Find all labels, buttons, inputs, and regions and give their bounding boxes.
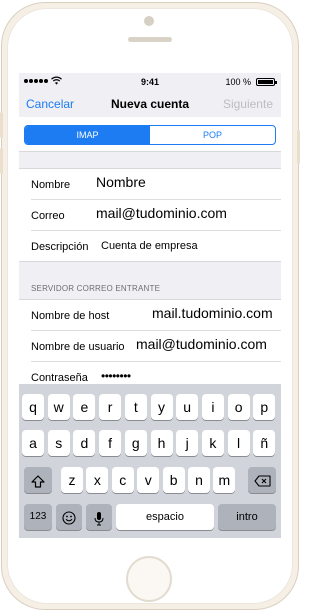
- key-w[interactable]: w: [47, 394, 70, 420]
- name-label: Nombre: [31, 179, 71, 191]
- key-l[interactable]: l: [227, 430, 250, 456]
- key-y[interactable]: y: [150, 394, 173, 420]
- email-field[interactable]: mail@tudominio.com: [96, 205, 227, 221]
- key-r[interactable]: r: [99, 394, 122, 420]
- numbers-key[interactable]: 123: [24, 504, 52, 530]
- email-row[interactable]: Correo mail@tudominio.com: [31, 200, 281, 231]
- key-z[interactable]: z: [61, 467, 83, 493]
- key-ñ[interactable]: ñ: [253, 430, 276, 456]
- microphone-icon: [94, 511, 104, 526]
- key-o[interactable]: o: [227, 394, 250, 420]
- key-f[interactable]: f: [99, 430, 122, 456]
- segment-pop[interactable]: POP: [150, 126, 275, 144]
- screen: 9:41 100 % Cancelar Nueva cuenta Siguien…: [19, 73, 281, 538]
- return-key[interactable]: intro: [218, 504, 276, 530]
- key-c[interactable]: c: [111, 467, 134, 493]
- key-j[interactable]: j: [176, 430, 199, 456]
- key-k[interactable]: k: [201, 430, 224, 456]
- name-field[interactable]: Nombre: [96, 174, 146, 190]
- email-label: Correo: [31, 210, 65, 222]
- key-q[interactable]: q: [22, 394, 44, 420]
- description-field[interactable]: Cuenta de empresa: [101, 240, 198, 252]
- power-button: [297, 130, 300, 164]
- segmented-control: IMAP POP: [24, 125, 276, 145]
- backspace-key[interactable]: [248, 467, 276, 493]
- host-row[interactable]: Nombre de host mail.tudominio.com: [31, 300, 281, 331]
- description-label: Descripción: [31, 241, 89, 253]
- battery-icon: [256, 78, 277, 86]
- space-key[interactable]: espacio: [116, 504, 214, 530]
- battery-percent: 100 %: [225, 77, 251, 87]
- account-form: Nombre Nombre Correo mail@tudominio.com …: [19, 168, 281, 262]
- key-g[interactable]: g: [124, 430, 147, 456]
- host-label: Nombre de host: [31, 310, 110, 322]
- battery-fill: [258, 80, 273, 84]
- key-h[interactable]: h: [150, 430, 173, 456]
- key-b[interactable]: b: [162, 467, 185, 493]
- name-row[interactable]: Nombre Nombre: [31, 169, 281, 200]
- host-field[interactable]: mail.tudominio.com: [152, 305, 273, 321]
- description-row[interactable]: Descripción Cuenta de empresa: [31, 231, 281, 261]
- username-row[interactable]: Nombre de usuario mail@tudominio.com: [31, 331, 281, 362]
- key-p[interactable]: p: [253, 394, 276, 420]
- key-d[interactable]: d: [73, 430, 96, 456]
- earpiece-speaker: [128, 37, 172, 42]
- key-s[interactable]: s: [47, 430, 70, 456]
- status-bar: 9:41 100 %: [19, 73, 281, 91]
- password-field[interactable]: ••••••••: [101, 369, 131, 383]
- key-u[interactable]: u: [176, 394, 199, 420]
- key-e[interactable]: e: [73, 394, 96, 420]
- username-label: Nombre de usuario: [31, 341, 125, 353]
- key-a[interactable]: a: [22, 430, 44, 456]
- key-m[interactable]: m: [213, 467, 236, 493]
- key-i[interactable]: i: [201, 394, 224, 420]
- keyboard: qwertyuiop asdfghjklñ zxcvbnm 123 espaci…: [19, 384, 281, 538]
- key-x[interactable]: x: [86, 467, 109, 493]
- shift-icon: [31, 475, 45, 488]
- segment-imap[interactable]: IMAP: [25, 126, 150, 144]
- home-button[interactable]: [126, 556, 172, 602]
- front-camera: [144, 16, 154, 26]
- volume-button: [0, 148, 3, 174]
- navigation-bar: Cancelar Nueva cuenta Siguiente: [19, 91, 281, 117]
- emoji-key[interactable]: [56, 504, 82, 530]
- username-field[interactable]: mail@tudominio.com: [136, 336, 267, 352]
- shift-key[interactable]: [24, 467, 52, 493]
- incoming-server-form: Nombre de host mail.tudominio.com Nombre…: [19, 299, 281, 392]
- key-n[interactable]: n: [188, 467, 210, 493]
- next-button[interactable]: Siguiente: [223, 97, 273, 111]
- dictation-key[interactable]: [86, 504, 112, 530]
- key-t[interactable]: t: [124, 394, 147, 420]
- password-label: Contraseña: [31, 372, 88, 384]
- volume-button: [0, 112, 3, 138]
- backspace-icon: [253, 475, 271, 487]
- emoji-icon: [62, 511, 76, 525]
- key-v[interactable]: v: [137, 467, 160, 493]
- protocol-selector: IMAP POP: [19, 117, 281, 152]
- incoming-server-header: SERVIDOR CORREO ENTRANTE: [31, 284, 161, 293]
- cancel-button[interactable]: Cancelar: [26, 97, 74, 111]
